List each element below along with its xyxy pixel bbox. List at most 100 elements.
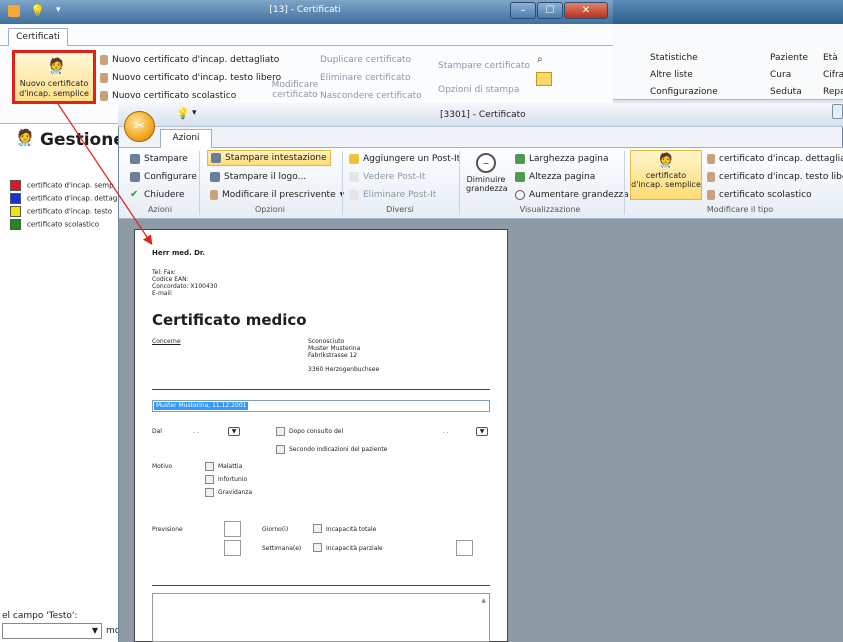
type-simple-button[interactable]: 🧑‍⚕️ certificato d'incap. semplice [630, 150, 702, 200]
new-simple-certificate-button[interactable]: 🧑‍⚕️ Nuovo certificato d'incap. semplice [12, 50, 96, 104]
type-detailed-button[interactable]: certificato d'incap. dettagliato [707, 153, 843, 165]
new-detailed-certificate-button[interactable]: Nuovo certificato d'incap. dettagliato [100, 54, 279, 66]
type-school-label: certificato scolastico [719, 190, 812, 200]
previsione-label: Previsione [152, 526, 183, 533]
contact-line: Tel: Fax: [152, 269, 177, 276]
days-input[interactable] [224, 521, 241, 537]
page-width-icon [515, 153, 525, 164]
hide-certificate-button[interactable]: Nascondere certificato [320, 90, 422, 102]
configuration-button[interactable]: Configurazione [650, 86, 718, 98]
view-postit-button[interactable]: Vedere Post-It [349, 171, 425, 183]
name-date-field[interactable]: Muster Musterina, 11.12.2001 [152, 400, 490, 412]
print-certificate-button[interactable]: Stampare certificato [438, 60, 530, 72]
patient-button[interactable]: Paziente [770, 52, 808, 64]
delete-postit-label: Eliminare Post-It [363, 190, 437, 200]
statistics-button[interactable]: Statistiche [650, 52, 698, 64]
illness-checkbox[interactable] [205, 462, 214, 471]
repa-button[interactable]: Repa [823, 86, 843, 98]
after-visit-checkbox[interactable] [276, 427, 285, 436]
pregnancy-checkbox[interactable] [205, 488, 214, 497]
printer-icon [210, 171, 220, 182]
window-control-button[interactable] [832, 104, 843, 119]
group-separator [624, 151, 625, 215]
legend-label: certificato scolastico [27, 220, 100, 229]
print-icon[interactable] [536, 72, 552, 86]
print-header-toggle[interactable]: Stampare intestazione [207, 150, 331, 166]
tab-certificati[interactable]: Certificati [8, 28, 68, 46]
date-picker-button[interactable]: ▼ [228, 427, 240, 436]
total-incapacity-label: Incapacità totale [326, 526, 377, 533]
new-detailed-label: Nuovo certificato d'incap. dettagliato [112, 55, 280, 65]
notes-textarea[interactable]: ▲ [152, 593, 490, 642]
cure-button[interactable]: Cura [770, 69, 791, 81]
amount-button[interactable]: Cifra [823, 69, 843, 81]
concerns-label: Concerne [152, 338, 181, 345]
printer-icon [211, 152, 221, 163]
delete-postit-button[interactable]: Eliminare Post-It [349, 189, 436, 201]
chevron-down-icon: ▼ [91, 626, 98, 635]
patient-indication-checkbox[interactable] [276, 445, 285, 454]
date-picker-button[interactable]: ▼ [476, 427, 488, 436]
session-button[interactable]: Seduta [770, 86, 802, 98]
page-title: Gestione [40, 130, 125, 150]
type-school-button[interactable]: certificato scolastico [707, 189, 812, 201]
decrease-size-button[interactable]: – Diminuire grandezza [466, 153, 508, 201]
page-width-button[interactable]: Larghezza pagina [515, 153, 609, 165]
delete-certificate-button[interactable]: Eliminare certificato [320, 72, 410, 84]
new-freetext-label: Nuovo certificato d'incap. testo libero [112, 73, 282, 83]
name-date-value: Muster Musterina, 11.12.2001 [154, 402, 249, 410]
accident-checkbox[interactable] [205, 475, 214, 484]
doctor-icon [707, 171, 715, 182]
quick-access-dropdown-icon[interactable]: ▾ [56, 5, 61, 15]
front-window-title: [3301] - Certificato [440, 110, 526, 120]
back-window-title: [13] - Certificati [269, 5, 341, 15]
patient-city: 3360 Herzogenbuchsee [308, 366, 380, 373]
scroll-up-icon[interactable]: ▲ [481, 597, 486, 604]
new-school-certificate-button[interactable]: Nuovo certificato scolastico [100, 90, 236, 102]
group-label-tipo: Modificare il tipo [706, 205, 774, 214]
lightbulb-icon[interactable]: 💡 [176, 107, 190, 120]
patient-line: Sconosciuto [308, 338, 345, 345]
application-menu-button[interactable]: ✂ [124, 111, 155, 142]
date-from-field[interactable]: . . [193, 428, 199, 435]
group-separator [459, 151, 460, 215]
group-separator [199, 151, 200, 215]
doctor-icon [100, 90, 108, 101]
print-label: Stampare [144, 154, 188, 164]
print-logo-button[interactable]: Stampare il logo... [210, 171, 306, 183]
quick-access-dropdown-icon[interactable]: ▾ [192, 108, 197, 118]
increase-size-button[interactable]: Aumentare grandezza [515, 189, 629, 201]
tab-azioni[interactable]: Azioni [160, 129, 212, 148]
divider [152, 389, 490, 390]
maximize-button[interactable]: ☐ [537, 2, 563, 19]
visit-date-field[interactable]: . . [443, 428, 449, 435]
configure-button[interactable]: Configurare [130, 171, 197, 183]
modify-prescriber-dropdown[interactable]: Modificare il prescrivente▾ [210, 189, 344, 201]
type-detailed-label: certificato d'incap. dettagliato [719, 154, 843, 164]
duplicate-certificate-button[interactable]: Duplicare certificato [320, 54, 411, 66]
type-freetext-button[interactable]: certificato d'incap. testo libero [707, 171, 843, 183]
close-button[interactable]: ✕ [564, 2, 608, 19]
partial-incapacity-checkbox[interactable] [313, 543, 322, 552]
new-simple-certificate-label: Nuovo certificato d'incap. semplice [19, 79, 89, 98]
close-certificate-button[interactable]: ✔ Chiudere [130, 189, 184, 201]
configure-label: Configurare [144, 172, 197, 182]
lightbulb-icon[interactable]: 💡 [30, 4, 45, 18]
minimize-button[interactable]: – [510, 2, 536, 19]
motivo-label: Motivo [152, 463, 173, 470]
add-postit-button[interactable]: Aggiungere un Post-It [349, 153, 460, 165]
print-options-button[interactable]: Opzioni di stampa [438, 84, 519, 96]
age-button[interactable]: Età [823, 52, 838, 64]
page-height-button[interactable]: Altezza pagina [515, 171, 595, 183]
print-button[interactable]: Stampare [130, 153, 188, 165]
weeks-input[interactable] [224, 540, 241, 556]
binoculars-icon[interactable]: ⌕ [537, 54, 543, 65]
modify-certificate-button[interactable]: Modificare certificato [270, 80, 320, 100]
percentage-input[interactable] [456, 540, 473, 556]
text-combo[interactable]: ▼ [2, 623, 102, 639]
total-incapacity-checkbox[interactable] [313, 524, 322, 533]
after-visit-label: Dopo consulto del [289, 428, 344, 435]
app-icon[interactable] [8, 5, 20, 17]
new-freetext-certificate-button[interactable]: Nuovo certificato d'incap. testo libero [100, 72, 281, 84]
other-lists-button[interactable]: Altre liste [650, 69, 693, 81]
